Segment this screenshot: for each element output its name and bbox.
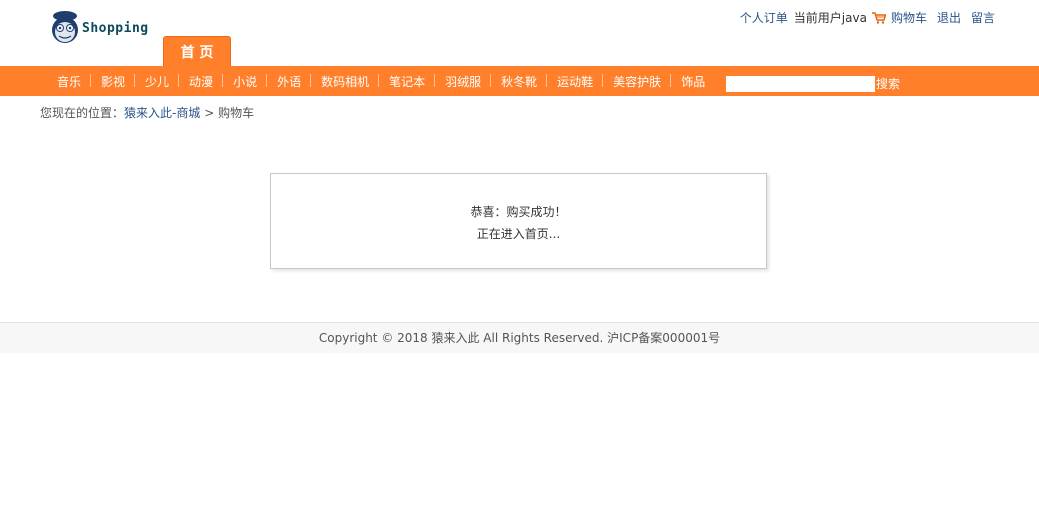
- success-message: 恭喜：购买成功！: [470, 205, 567, 219]
- shopping-cart-icon[interactable]: [871, 11, 886, 24]
- nav-item[interactable]: 数码相机: [311, 73, 380, 90]
- breadcrumb-home-link[interactable]: 猿来入此-商城: [124, 106, 200, 120]
- nav-item[interactable]: 小说: [223, 73, 268, 90]
- nav-item[interactable]: 外语: [267, 73, 312, 90]
- nav-item[interactable]: 运动鞋: [547, 73, 604, 90]
- search-button[interactable]: 搜索: [876, 75, 900, 92]
- nav-item[interactable]: 影视: [91, 73, 136, 90]
- nav-item[interactable]: 笔记本: [379, 73, 436, 90]
- nav-item[interactable]: 饰品: [671, 73, 715, 90]
- footer-copyright: Copyright © 2018 猿来入此 All Rights Reserve…: [318, 331, 721, 345]
- current-user-text: 当前用户java: [793, 11, 867, 25]
- purchase-success-box: 恭喜：购买成功！ 正在进入首页...: [270, 173, 767, 269]
- nav-item[interactable]: 秋冬靴: [491, 73, 548, 90]
- breadcrumb: 您现在的位置：猿来入此-商城 > 购物车: [40, 104, 254, 121]
- top-links: 个人订单 当前用户java 购物车 退出 留言: [740, 9, 995, 26]
- message-link[interactable]: 留言: [971, 9, 995, 26]
- breadcrumb-current: 购物车: [218, 106, 255, 120]
- redirect-message: 正在进入首页...: [476, 227, 561, 241]
- monkey-logo-icon: [52, 11, 78, 43]
- tab-home[interactable]: 首 页: [163, 36, 231, 66]
- cart-link[interactable]: 购物车: [891, 9, 927, 26]
- nav-item[interactable]: 音乐: [47, 73, 92, 90]
- footer: Copyright © 2018 猿来入此 All Rights Reserve…: [0, 322, 1039, 353]
- my-orders-link[interactable]: 个人订单: [740, 9, 788, 26]
- nav-item[interactable]: 动漫: [179, 73, 224, 90]
- nav-item[interactable]: 少儿: [135, 73, 180, 90]
- category-list: 音乐 影视 少儿 动漫 小说 外语 数码相机 笔记本 羽绒服 秋冬靴 运动鞋 美容护肤 饰品: [47, 66, 715, 96]
- nav-item[interactable]: 美容护肤: [603, 73, 672, 90]
- logo-text: Shopping: [82, 20, 149, 36]
- breadcrumb-separator: >: [204, 106, 215, 120]
- search-input[interactable]: [726, 76, 875, 92]
- breadcrumb-prefix: 您现在的位置：: [40, 106, 125, 120]
- site-logo[interactable]: Shopping: [50, 6, 149, 50]
- logout-link[interactable]: 退出: [937, 9, 961, 26]
- nav-item[interactable]: 羽绒服: [435, 73, 492, 90]
